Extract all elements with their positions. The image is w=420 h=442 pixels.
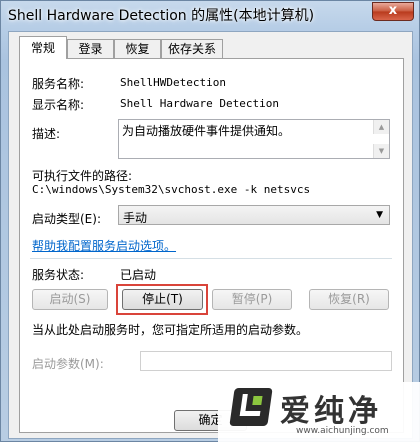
- startup-type-label: 启动类型(E):: [32, 212, 101, 226]
- resume-button[interactable]: 恢复(R): [309, 289, 389, 310]
- display-name-value: Shell Hardware Detection: [120, 97, 279, 110]
- pause-button[interactable]: 暂停(P): [212, 289, 292, 310]
- start-params-label: 启动参数(M):: [32, 357, 104, 371]
- description-field[interactable]: 为自动播放硬件事件提供通知。 ▲ ▼: [118, 119, 390, 159]
- tab-recovery[interactable]: 恢复: [114, 39, 161, 58]
- divider: [30, 258, 392, 259]
- tab-general[interactable]: 常规: [19, 36, 67, 59]
- chevron-down-icon: ▼: [376, 210, 383, 220]
- watermark-logo-icon: [229, 388, 273, 426]
- description-label: 描述:: [32, 127, 61, 141]
- service-name-label: 服务名称:: [32, 77, 85, 91]
- scroll-up-icon[interactable]: ▲: [373, 120, 389, 134]
- watermark-url: www.aichunjing.com: [296, 426, 389, 436]
- service-status-value: 已启动: [120, 268, 157, 282]
- start-params-input[interactable]: [140, 351, 392, 371]
- start-button[interactable]: 启动(S): [32, 289, 108, 310]
- service-status-label: 服务状态:: [32, 268, 85, 282]
- close-button[interactable]: x: [372, 2, 414, 21]
- startup-type-value: 手动: [123, 211, 148, 225]
- general-tab-panel: 服务名称: ShellHWDetection 显示名称: Shell Hardw…: [19, 58, 404, 433]
- description-value: 为自动播放硬件事件提供通知。: [122, 124, 291, 138]
- exe-path-label: 可执行文件的路径:: [32, 169, 133, 183]
- display-name-label: 显示名称:: [32, 98, 85, 112]
- exe-path-value: C:\windows\System32\svchost.exe -k netsv…: [32, 183, 311, 196]
- service-name-value: ShellHWDetection: [120, 76, 226, 89]
- help-configure-link[interactable]: 帮助我配置服务启动选项。: [32, 237, 176, 254]
- watermark: 爱纯净 www.aichunjing.com: [218, 382, 420, 442]
- properties-dialog: Shell Hardware Detection 的属性(本地计算机) x 常规…: [0, 0, 420, 442]
- tab-dependencies[interactable]: 依存关系: [161, 39, 223, 58]
- startup-type-select[interactable]: 手动 ▼: [118, 205, 390, 225]
- tab-logon[interactable]: 登录: [67, 39, 114, 58]
- window-title: Shell Hardware Detection 的属性(本地计算机): [8, 8, 315, 24]
- dialog-body: 常规 登录 恢复 依存关系 服务名称: ShellHWDetection 显示名…: [8, 31, 413, 439]
- watermark-title: 爱纯净: [280, 394, 382, 429]
- stop-button[interactable]: 停止(T): [122, 289, 203, 310]
- start-params-hint: 当从此处启动服务时，您可指定所适用的启动参数。: [32, 323, 309, 337]
- scroll-down-icon[interactable]: ▼: [373, 144, 389, 158]
